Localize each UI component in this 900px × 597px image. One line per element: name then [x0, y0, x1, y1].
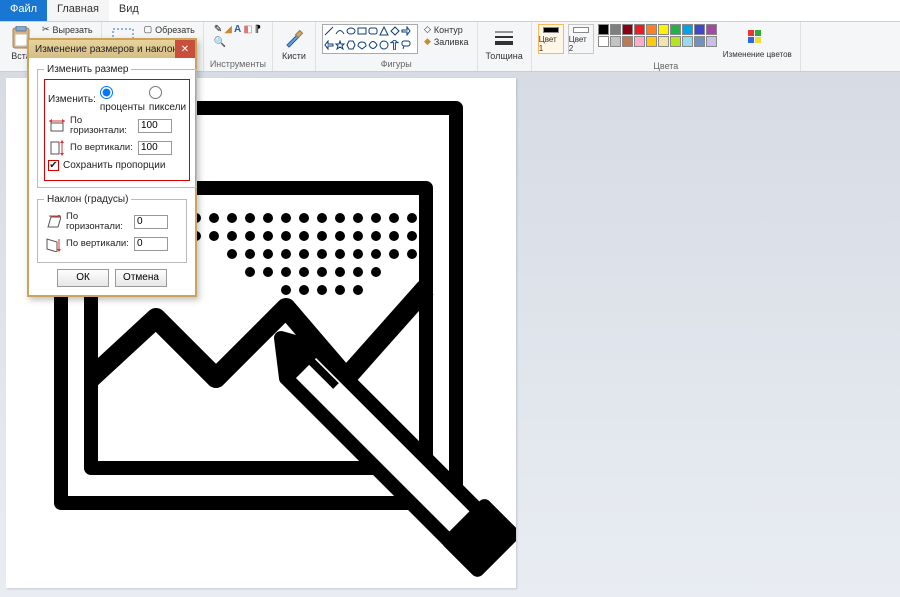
color-swatch[interactable]: [670, 36, 681, 47]
crop-button[interactable]: ▢ Обрезать: [142, 24, 197, 35]
pixels-label: пиксели: [149, 102, 186, 113]
color-swatch[interactable]: [610, 36, 621, 47]
ok-button[interactable]: ОК: [57, 269, 109, 287]
color-swatch[interactable]: [646, 36, 657, 47]
resize-h-icon: [48, 117, 66, 135]
pencil-tool-icon[interactable]: ✎: [214, 24, 222, 35]
skew-v-label: По вертикали:: [66, 239, 130, 249]
group-colors: Цвет 1 Цвет 2 Изменение цветов Цвета: [532, 22, 801, 71]
tools-group-label: Инструменты: [210, 59, 266, 69]
fill-tool-icon[interactable]: ◢: [224, 24, 232, 35]
color-swatch[interactable]: [622, 36, 633, 47]
radio-percent[interactable]: проценты: [100, 86, 145, 113]
resize-v-icon: [48, 139, 66, 157]
cancel-button[interactable]: Отмена: [115, 269, 167, 287]
crop-icon: ▢: [144, 24, 153, 35]
color-swatch[interactable]: [682, 36, 693, 47]
resize-fieldset: Изменить размер Изменить: проценты пиксе…: [37, 64, 197, 188]
dialog-title-text: Изменение размеров и наклона: [35, 44, 184, 55]
skew-legend: Наклон (градусы): [44, 194, 131, 205]
skew-h-input[interactable]: [134, 215, 168, 229]
resize-highlight: Изменить: проценты пиксели По горизонтал…: [44, 79, 190, 181]
text-tool-icon[interactable]: A: [234, 24, 241, 35]
color-swatch[interactable]: [622, 24, 633, 35]
color-swatch[interactable]: [694, 36, 705, 47]
color-swatch[interactable]: [634, 24, 645, 35]
skew-v-icon: [44, 235, 62, 253]
color2-label: Цвет 2: [569, 35, 593, 53]
picker-tool-icon[interactable]: ⁋: [255, 24, 261, 35]
skew-h-label: По горизонтали:: [66, 212, 130, 232]
scissors-icon: ✂: [42, 24, 50, 35]
menu-home[interactable]: Главная: [47, 0, 109, 21]
radio-pixels[interactable]: пиксели: [149, 86, 186, 113]
fill-icon: ◆: [424, 36, 431, 47]
shapes-gallery[interactable]: [322, 24, 418, 54]
color1-swatch: [543, 27, 559, 33]
group-shapes: ◇ Контур ◆ Заливка Фигуры: [316, 22, 478, 71]
color-swatch[interactable]: [682, 24, 693, 35]
percent-label: проценты: [100, 102, 145, 113]
resize-by-label: Изменить:: [48, 94, 96, 105]
thickness-icon: [491, 25, 517, 51]
color-swatch[interactable]: [658, 24, 669, 35]
edit-colors-button[interactable]: Изменение цветов: [721, 24, 794, 60]
color-swatch[interactable]: [670, 24, 681, 35]
color-swatch[interactable]: [610, 24, 621, 35]
cut-button[interactable]: ✂ Вырезать: [40, 24, 95, 35]
color-swatch[interactable]: [694, 24, 705, 35]
resize-v-input[interactable]: [138, 141, 172, 155]
resize-skew-dialog: Изменение размеров и наклона ✕ Изменить …: [27, 38, 197, 297]
color-swatch[interactable]: [634, 36, 645, 47]
crop-label: Обрезать: [155, 25, 195, 35]
keep-ratio-label: Сохранить пропорции: [63, 160, 165, 171]
resize-legend: Изменить размер: [44, 64, 131, 75]
color-swatch[interactable]: [706, 24, 717, 35]
edit-colors-icon: [744, 25, 770, 51]
close-icon: ✕: [181, 44, 189, 55]
keep-ratio-checkbox[interactable]: ✔: [48, 160, 59, 171]
resize-v-label: По вертикали:: [70, 143, 134, 153]
group-brushes: Кисти: [273, 22, 316, 71]
resize-h-input[interactable]: [138, 119, 172, 133]
outline-icon: ◇: [424, 24, 431, 35]
brush-icon: [281, 25, 307, 51]
edit-colors-label: Изменение цветов: [723, 51, 792, 59]
dialog-titlebar[interactable]: Изменение размеров и наклона ✕: [29, 40, 195, 58]
color-swatch[interactable]: [646, 24, 657, 35]
resize-h-label: По горизонтали:: [70, 116, 134, 136]
color2-button[interactable]: Цвет 2: [568, 24, 594, 54]
color-swatch[interactable]: [706, 36, 717, 47]
shape-fill-button[interactable]: ◆ Заливка: [422, 36, 471, 47]
menu-bar: Файл Главная Вид: [0, 0, 900, 22]
skew-h-icon: [44, 213, 62, 231]
menu-file[interactable]: Файл: [0, 0, 47, 21]
cut-label: Вырезать: [53, 25, 93, 35]
colors-group-label: Цвета: [653, 61, 678, 71]
color-swatch[interactable]: [658, 36, 669, 47]
color1-label: Цвет 1: [539, 35, 563, 53]
outline-label: Контур: [434, 25, 463, 35]
color-palette: [598, 24, 717, 47]
zoom-tool-icon[interactable]: 🔍: [214, 37, 226, 48]
thickness-button[interactable]: Толщина: [484, 24, 525, 62]
color-swatch[interactable]: [598, 24, 609, 35]
skew-v-input[interactable]: [134, 237, 168, 251]
color2-swatch: [573, 27, 589, 33]
group-tools: ✎ ◢ A ◧ ⁋ 🔍 Инструменты: [204, 22, 273, 71]
fill-label: Заливка: [434, 37, 469, 47]
color1-button[interactable]: Цвет 1: [538, 24, 564, 54]
brushes-label: Кисти: [282, 51, 306, 61]
shape-outline-button[interactable]: ◇ Контур: [422, 24, 471, 35]
menu-view[interactable]: Вид: [109, 0, 149, 21]
skew-fieldset: Наклон (градусы) По горизонтали: По верт…: [37, 194, 187, 263]
eraser-tool-icon[interactable]: ◧: [243, 24, 252, 35]
shapes-group-label: Фигуры: [381, 59, 412, 69]
group-thickness: Толщина: [478, 22, 532, 71]
thickness-label: Толщина: [486, 51, 523, 61]
dialog-close-button[interactable]: ✕: [175, 40, 195, 58]
color-swatch[interactable]: [598, 36, 609, 47]
brushes-button[interactable]: Кисти: [279, 24, 309, 62]
